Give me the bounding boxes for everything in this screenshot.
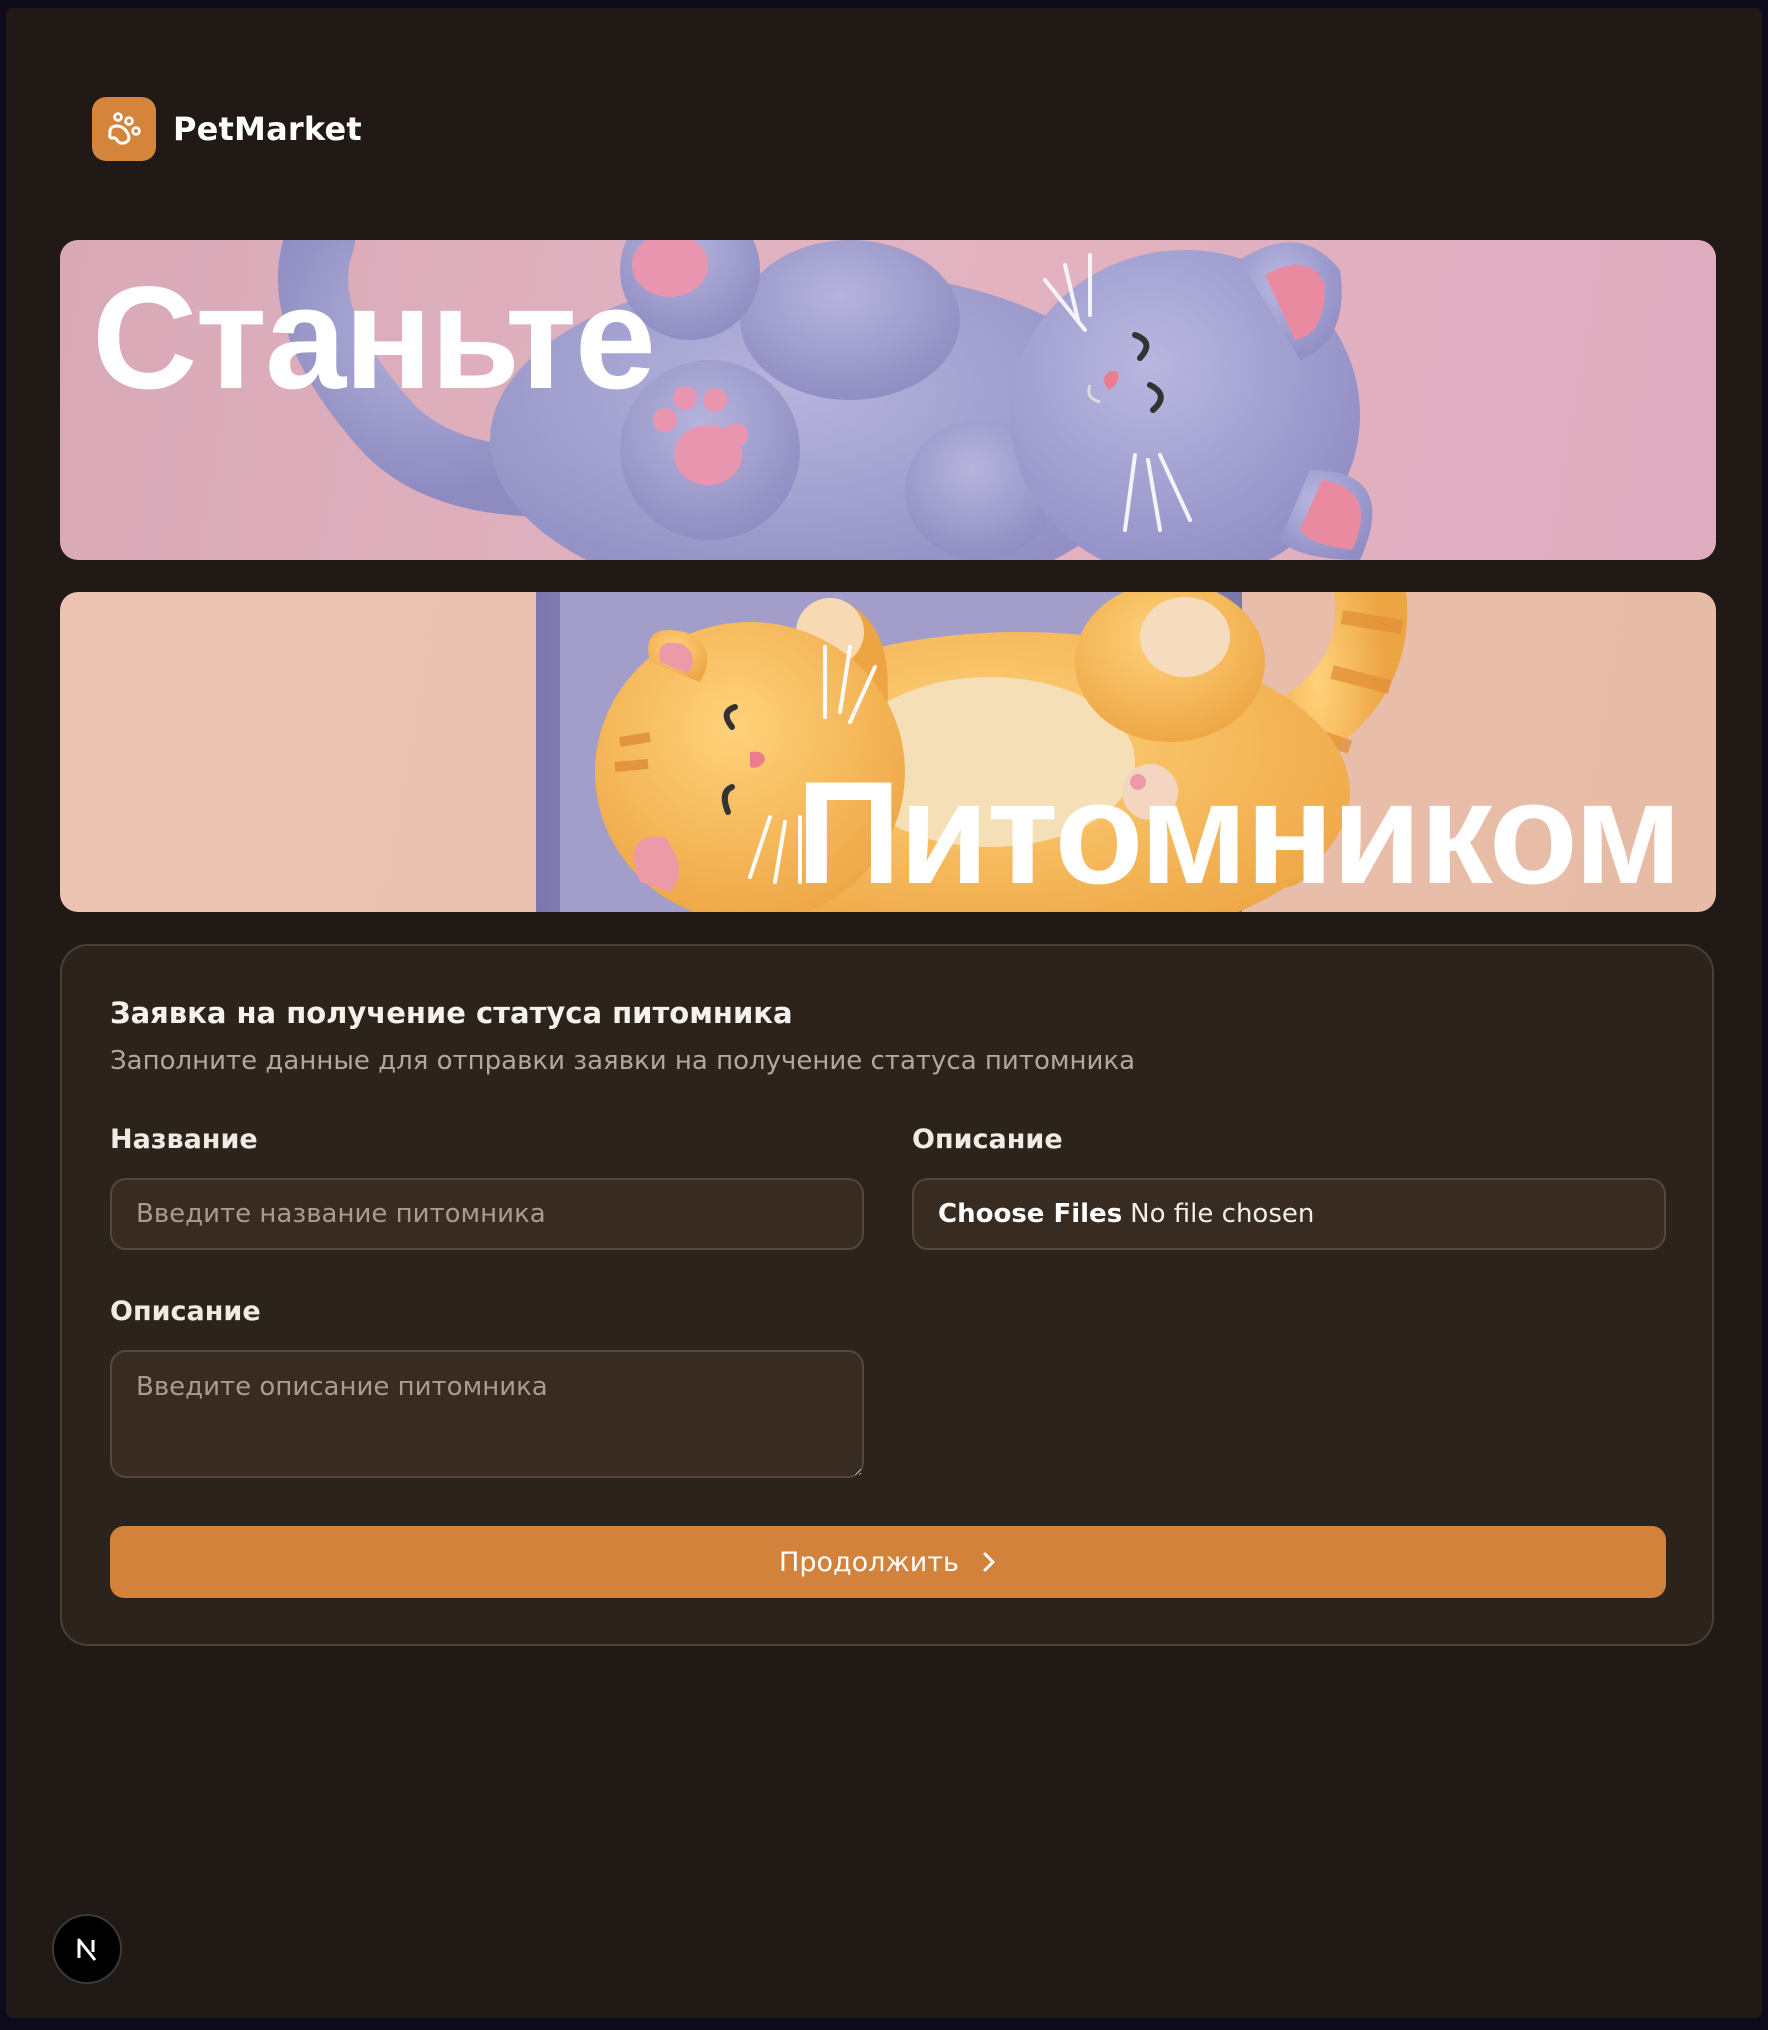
kennel-name-input[interactable]	[110, 1178, 864, 1250]
file-upload-input[interactable]: Choose Files No file chosen	[912, 1178, 1666, 1250]
hero-title-line-2: Питомником	[796, 751, 1682, 912]
paw-icon	[92, 97, 156, 161]
kennel-description-textarea[interactable]	[110, 1350, 864, 1478]
chevron-right-icon	[981, 1551, 997, 1573]
description-label: Описание	[110, 1296, 261, 1327]
file-status-text: No file chosen	[1130, 1199, 1315, 1229]
continue-button-label: Продолжить	[779, 1546, 959, 1578]
brand-logo[interactable]: PetMarket	[92, 97, 362, 161]
form-subtitle: Заполните данные для отправки заявки на …	[110, 1046, 1136, 1076]
nextjs-logo-icon	[77, 1938, 97, 1961]
name-label: Название	[110, 1124, 258, 1155]
hero-title-line-1: Станьте	[92, 256, 656, 419]
form-title: Заявка на получение статуса питомника	[110, 996, 793, 1030]
hero-banner-bottom: Питомником	[60, 592, 1716, 912]
continue-button[interactable]: Продолжить	[110, 1526, 1666, 1598]
nextjs-dev-indicator[interactable]	[52, 1914, 122, 1984]
brand-name: PetMarket	[173, 110, 362, 148]
hero-banner-top: Станьте	[60, 240, 1716, 560]
app-window: PetMarket Станьте Питомником Заявка на п…	[6, 8, 1762, 2018]
choose-files-button[interactable]: Choose Files	[938, 1199, 1122, 1229]
kennel-application-form: Заявка на получение статуса питомника За…	[60, 944, 1714, 1646]
file-label: Описание	[912, 1124, 1063, 1155]
